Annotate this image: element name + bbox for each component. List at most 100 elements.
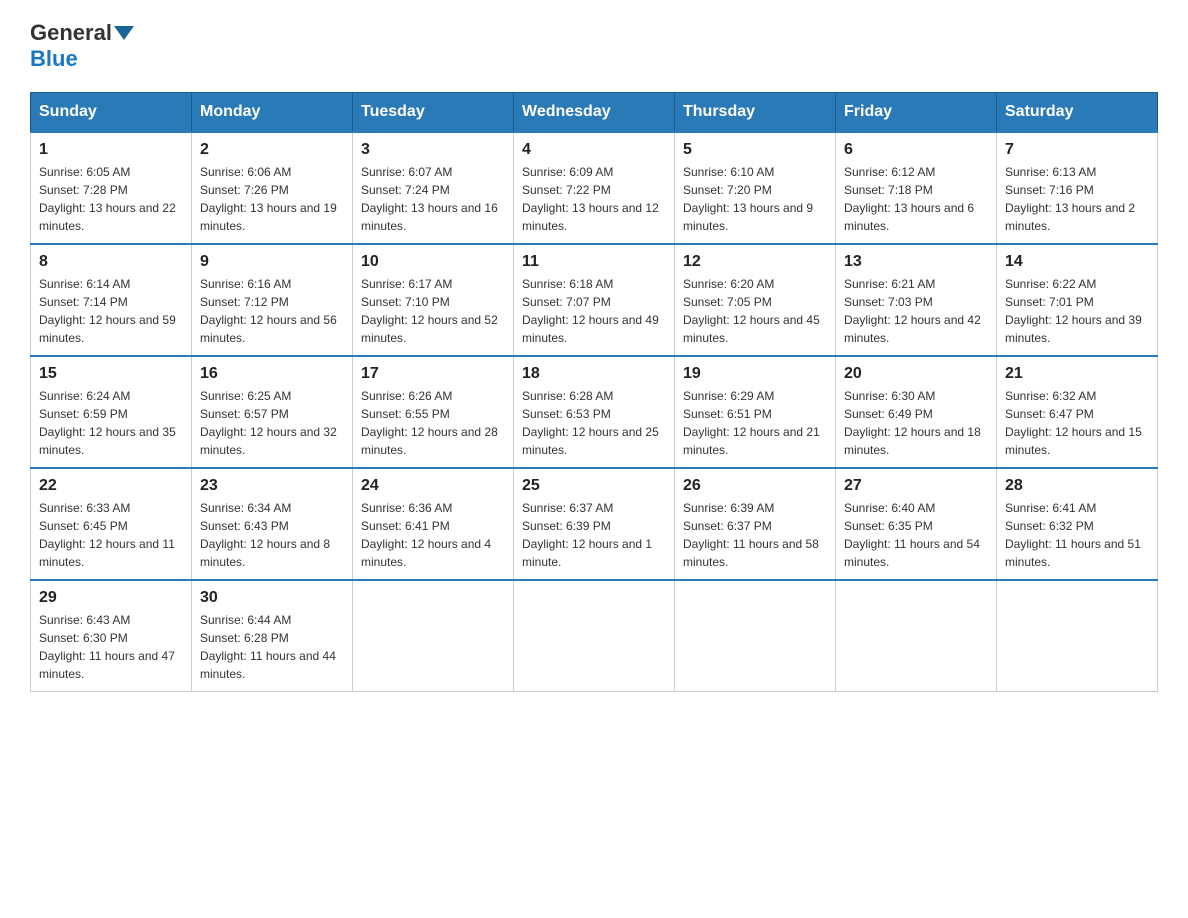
day-info: Sunrise: 6:28 AMSunset: 6:53 PMDaylight:…: [522, 387, 666, 459]
day-number: 19: [683, 365, 827, 383]
day-number: 20: [844, 365, 988, 383]
day-cell-18: 18 Sunrise: 6:28 AMSunset: 6:53 PMDayligh…: [514, 356, 675, 468]
day-info: Sunrise: 6:39 AMSunset: 6:37 PMDaylight:…: [683, 499, 827, 571]
day-number: 16: [200, 365, 344, 383]
week-row-1: 1 Sunrise: 6:05 AMSunset: 7:28 PMDaylight…: [31, 132, 1158, 244]
day-number: 7: [1005, 141, 1149, 159]
day-number: 15: [39, 365, 183, 383]
day-number: 24: [361, 477, 505, 495]
day-number: 2: [200, 141, 344, 159]
day-info: Sunrise: 6:18 AMSunset: 7:07 PMDaylight:…: [522, 275, 666, 347]
day-number: 22: [39, 477, 183, 495]
logo-text: General: [30, 20, 134, 46]
day-number: 25: [522, 477, 666, 495]
day-cell-22: 22 Sunrise: 6:33 AMSunset: 6:45 PMDayligh…: [31, 468, 192, 580]
weekday-header-row: SundayMondayTuesdayWednesdayThursdayFrid…: [31, 93, 1158, 133]
day-number: 18: [522, 365, 666, 383]
day-info: Sunrise: 6:24 AMSunset: 6:59 PMDaylight:…: [39, 387, 183, 459]
day-number: 28: [1005, 477, 1149, 495]
day-cell-4: 4 Sunrise: 6:09 AMSunset: 7:22 PMDaylight…: [514, 132, 675, 244]
day-cell-23: 23 Sunrise: 6:34 AMSunset: 6:43 PMDayligh…: [192, 468, 353, 580]
day-info: Sunrise: 6:36 AMSunset: 6:41 PMDaylight:…: [361, 499, 505, 571]
weekday-header-friday: Friday: [836, 93, 997, 133]
day-cell-15: 15 Sunrise: 6:24 AMSunset: 6:59 PMDayligh…: [31, 356, 192, 468]
day-number: 11: [522, 253, 666, 271]
day-info: Sunrise: 6:21 AMSunset: 7:03 PMDaylight:…: [844, 275, 988, 347]
day-number: 30: [200, 589, 344, 607]
day-info: Sunrise: 6:09 AMSunset: 7:22 PMDaylight:…: [522, 163, 666, 235]
day-cell-12: 12 Sunrise: 6:20 AMSunset: 7:05 PMDayligh…: [675, 244, 836, 356]
day-info: Sunrise: 6:41 AMSunset: 6:32 PMDaylight:…: [1005, 499, 1149, 571]
week-row-4: 22 Sunrise: 6:33 AMSunset: 6:45 PMDayligh…: [31, 468, 1158, 580]
day-info: Sunrise: 6:33 AMSunset: 6:45 PMDaylight:…: [39, 499, 183, 571]
day-cell-30: 30 Sunrise: 6:44 AMSunset: 6:28 PMDayligh…: [192, 580, 353, 692]
logo: General Blue: [30, 20, 134, 72]
day-number: 1: [39, 141, 183, 159]
day-number: 27: [844, 477, 988, 495]
empty-cell: [353, 580, 514, 692]
day-number: 29: [39, 589, 183, 607]
day-cell-6: 6 Sunrise: 6:12 AMSunset: 7:18 PMDaylight…: [836, 132, 997, 244]
weekday-header-monday: Monday: [192, 93, 353, 133]
day-cell-28: 28 Sunrise: 6:41 AMSunset: 6:32 PMDayligh…: [997, 468, 1158, 580]
day-number: 9: [200, 253, 344, 271]
day-number: 17: [361, 365, 505, 383]
calendar-table: SundayMondayTuesdayWednesdayThursdayFrid…: [30, 92, 1158, 692]
day-info: Sunrise: 6:16 AMSunset: 7:12 PMDaylight:…: [200, 275, 344, 347]
week-row-5: 29 Sunrise: 6:43 AMSunset: 6:30 PMDayligh…: [31, 580, 1158, 692]
day-cell-3: 3 Sunrise: 6:07 AMSunset: 7:24 PMDaylight…: [353, 132, 514, 244]
day-cell-11: 11 Sunrise: 6:18 AMSunset: 7:07 PMDayligh…: [514, 244, 675, 356]
weekday-header-thursday: Thursday: [675, 93, 836, 133]
day-number: 5: [683, 141, 827, 159]
day-number: 21: [1005, 365, 1149, 383]
day-cell-9: 9 Sunrise: 6:16 AMSunset: 7:12 PMDaylight…: [192, 244, 353, 356]
day-cell-20: 20 Sunrise: 6:30 AMSunset: 6:49 PMDayligh…: [836, 356, 997, 468]
weekday-header-saturday: Saturday: [997, 93, 1158, 133]
day-info: Sunrise: 6:44 AMSunset: 6:28 PMDaylight:…: [200, 611, 344, 683]
weekday-header-tuesday: Tuesday: [353, 93, 514, 133]
logo-general-text: General: [30, 20, 112, 46]
day-cell-8: 8 Sunrise: 6:14 AMSunset: 7:14 PMDaylight…: [31, 244, 192, 356]
day-cell-1: 1 Sunrise: 6:05 AMSunset: 7:28 PMDaylight…: [31, 132, 192, 244]
day-cell-10: 10 Sunrise: 6:17 AMSunset: 7:10 PMDayligh…: [353, 244, 514, 356]
day-number: 6: [844, 141, 988, 159]
empty-cell: [675, 580, 836, 692]
page-header: General Blue: [30, 20, 1158, 72]
empty-cell: [836, 580, 997, 692]
day-info: Sunrise: 6:06 AMSunset: 7:26 PMDaylight:…: [200, 163, 344, 235]
day-info: Sunrise: 6:25 AMSunset: 6:57 PMDaylight:…: [200, 387, 344, 459]
day-info: Sunrise: 6:26 AMSunset: 6:55 PMDaylight:…: [361, 387, 505, 459]
day-info: Sunrise: 6:20 AMSunset: 7:05 PMDaylight:…: [683, 275, 827, 347]
day-cell-19: 19Sunrise: 6:29 AMSunset: 6:51 PMDayligh…: [675, 356, 836, 468]
day-info: Sunrise: 6:07 AMSunset: 7:24 PMDaylight:…: [361, 163, 505, 235]
day-cell-16: 16 Sunrise: 6:25 AMSunset: 6:57 PMDayligh…: [192, 356, 353, 468]
day-cell-7: 7 Sunrise: 6:13 AMSunset: 7:16 PMDaylight…: [997, 132, 1158, 244]
day-info: Sunrise: 6:05 AMSunset: 7:28 PMDaylight:…: [39, 163, 183, 235]
day-cell-2: 2 Sunrise: 6:06 AMSunset: 7:26 PMDaylight…: [192, 132, 353, 244]
day-number: 4: [522, 141, 666, 159]
day-info: Sunrise: 6:32 AMSunset: 6:47 PMDaylight:…: [1005, 387, 1149, 459]
day-cell-17: 17 Sunrise: 6:26 AMSunset: 6:55 PMDayligh…: [353, 356, 514, 468]
day-cell-21: 21 Sunrise: 6:32 AMSunset: 6:47 PMDayligh…: [997, 356, 1158, 468]
day-info: Sunrise: 6:12 AMSunset: 7:18 PMDaylight:…: [844, 163, 988, 235]
day-info: Sunrise: 6:17 AMSunset: 7:10 PMDaylight:…: [361, 275, 505, 347]
day-number: 10: [361, 253, 505, 271]
week-row-2: 8 Sunrise: 6:14 AMSunset: 7:14 PMDaylight…: [31, 244, 1158, 356]
day-number: 12: [683, 253, 827, 271]
day-number: 26: [683, 477, 827, 495]
day-number: 23: [200, 477, 344, 495]
day-cell-13: 13 Sunrise: 6:21 AMSunset: 7:03 PMDayligh…: [836, 244, 997, 356]
day-number: 13: [844, 253, 988, 271]
day-cell-29: 29 Sunrise: 6:43 AMSunset: 6:30 PMDayligh…: [31, 580, 192, 692]
day-number: 3: [361, 141, 505, 159]
empty-cell: [514, 580, 675, 692]
day-info: Sunrise: 6:30 AMSunset: 6:49 PMDaylight:…: [844, 387, 988, 459]
day-info: Sunrise: 6:13 AMSunset: 7:16 PMDaylight:…: [1005, 163, 1149, 235]
day-info: Sunrise: 6:34 AMSunset: 6:43 PMDaylight:…: [200, 499, 344, 571]
day-info: Sunrise: 6:43 AMSunset: 6:30 PMDaylight:…: [39, 611, 183, 683]
day-info: Sunrise: 6:14 AMSunset: 7:14 PMDaylight:…: [39, 275, 183, 347]
day-number: 14: [1005, 253, 1149, 271]
logo-blue-text: Blue: [30, 46, 78, 72]
day-info: Sunrise: 6:37 AMSunset: 6:39 PMDaylight:…: [522, 499, 666, 571]
day-number: 8: [39, 253, 183, 271]
